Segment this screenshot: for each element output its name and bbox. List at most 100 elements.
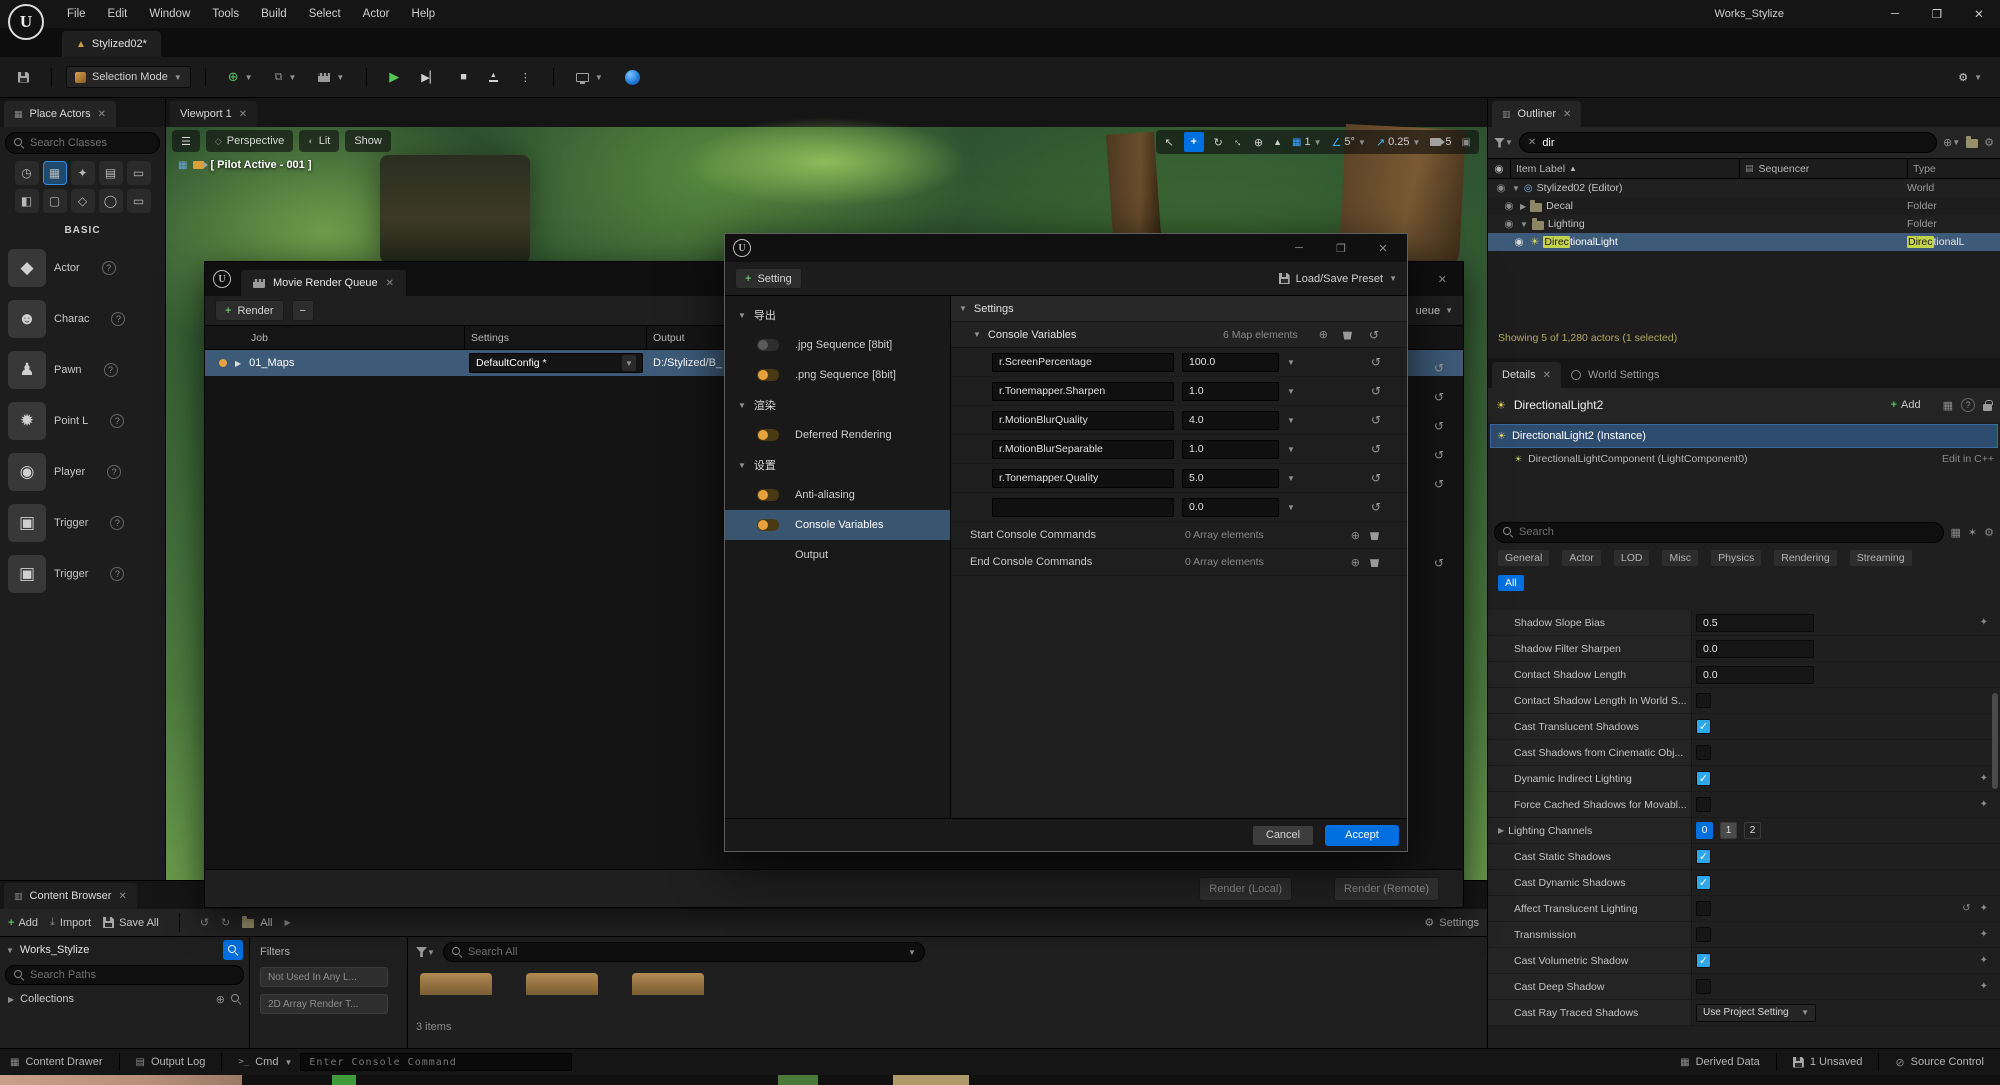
render-local-button[interactable]: Render (Local) <box>1199 877 1292 901</box>
cast-ray-traced-shadows-dropdown[interactable]: Use Project Setting▼ <box>1696 1004 1816 1022</box>
category-shapes-icon[interactable]: ▤ <box>99 161 123 185</box>
tab-content-browser[interactable]: ▥ Content Browser ✕ <box>4 883 137 909</box>
filter-misc[interactable]: Misc <box>1662 550 1698 566</box>
toggle-switch[interactable] <box>757 489 779 501</box>
menu-actor[interactable]: Actor <box>352 0 401 28</box>
maximize-viewport-icon[interactable]: ▣ <box>1462 137 1471 148</box>
search-classes-box[interactable] <box>5 132 160 154</box>
category-lights-icon[interactable]: ✦ <box>71 161 95 185</box>
search-all-input[interactable] <box>468 946 902 958</box>
tab-stylized02[interactable]: ▲ Stylized02* <box>62 31 161 57</box>
edit-in-cpp-link[interactable]: Edit in C++ <box>1942 453 1994 465</box>
outliner-row-decal[interactable]: ◉ ▶ Decal Folder <box>1488 197 2000 215</box>
add-element-icon[interactable]: ⊕ <box>1319 328 1328 341</box>
maximize-button[interactable]: ❐ <box>1916 0 1958 28</box>
add-element-icon[interactable]: ⊕ <box>1351 556 1360 569</box>
toggle-switch[interactable] <box>757 369 779 381</box>
close-icon[interactable]: ✕ <box>98 109 106 120</box>
create-folder-icon[interactable] <box>1966 137 1978 148</box>
cast-volumetric-shadow-checkbox[interactable]: ✓ <box>1696 953 1711 968</box>
lock-icon[interactable] <box>1983 400 1992 411</box>
column-job[interactable]: Job <box>205 326 465 349</box>
search-paths-input[interactable] <box>30 969 235 981</box>
camera-speed-button[interactable]: 5 <box>1430 136 1451 148</box>
trash-icon[interactable] <box>1370 557 1379 567</box>
remove-job-button[interactable]: − <box>292 300 314 321</box>
console-command-box[interactable] <box>300 1053 572 1071</box>
add-actor-icon[interactable]: ⊕▼ <box>1943 136 1960 149</box>
cvar-key-input[interactable]: r.Tonemapper.Quality <box>992 469 1174 488</box>
column-settings[interactable]: Settings <box>465 326 647 349</box>
cvar-value-input[interactable]: 4.0 <box>1182 411 1279 430</box>
cast-translucent-shadows-checkbox[interactable]: ✓ <box>1696 719 1711 734</box>
reset-icon[interactable]: ↺ <box>1371 471 1381 485</box>
filter-actor[interactable]: Actor <box>1562 550 1601 566</box>
rotate-tool-icon[interactable]: ↻ <box>1214 136 1223 149</box>
chevron-down-icon[interactable]: ▼ <box>1287 358 1295 367</box>
affect-translucent-lighting-checkbox[interactable]: ✓ <box>1696 901 1711 916</box>
details-search-input[interactable] <box>1519 526 1935 538</box>
mrq-tab[interactable]: Movie Render Queue ✕ <box>241 270 406 296</box>
search-options-icon[interactable]: ▼ <box>908 948 916 957</box>
trash-icon[interactable] <box>1343 330 1352 340</box>
dynamic-indirect-lighting-checkbox[interactable]: ✓ <box>1696 771 1711 786</box>
close-icon[interactable]: ✕ <box>239 109 247 120</box>
cvar-value-input[interactable]: 5.0 <box>1182 469 1279 488</box>
shadow-filter-sharpen-input[interactable]: 0.0 <box>1696 640 1814 658</box>
category-misc-icon[interactable]: ▭ <box>127 189 151 213</box>
expand-icon[interactable]: ▶ <box>1520 202 1526 211</box>
chevron-down-icon[interactable]: ▼ <box>1287 445 1295 454</box>
cvar-key-input[interactable]: r.MotionBlurSeparable <box>992 440 1174 459</box>
expand-icon[interactable]: ▶ <box>235 359 241 368</box>
job-config-dropdown[interactable]: DefaultConfig * ▼ <box>469 353 643 373</box>
category-all-icon[interactable]: ◯ <box>99 189 123 213</box>
sparkle-icon[interactable]: ✦ <box>1980 929 1988 940</box>
save-icon[interactable] <box>10 68 37 87</box>
column-type[interactable]: Type <box>1907 159 2000 178</box>
cvar-key-input[interactable]: r.ScreenPercentage <box>992 353 1174 372</box>
show-dropdown[interactable]: Show <box>345 130 391 152</box>
load-save-preset-button[interactable]: Load/Save Preset▼ <box>1279 273 1397 285</box>
toggle-switch[interactable] <box>757 339 779 351</box>
unreal-logo-icon[interactable]: U <box>8 4 44 40</box>
render-add-button[interactable]: +Render <box>215 300 284 321</box>
blueprints-button[interactable]: ⧉▼ <box>267 67 305 88</box>
path-search-button[interactable] <box>223 940 243 960</box>
viewport-options-button[interactable]: ☰ <box>172 130 200 152</box>
visibility-eye-icon[interactable]: ◉ <box>1512 236 1526 248</box>
tab-world-settings[interactable]: World Settings <box>1561 362 1669 388</box>
place-actor-item[interactable]: ▣Trigger? <box>0 497 165 548</box>
add-collection-icon[interactable]: ⊕ <box>216 993 225 1006</box>
reset-icon[interactable]: ↺ <box>1962 903 1970 914</box>
reset-icon[interactable]: ↺ <box>1371 442 1381 456</box>
rotation-snap-toggle[interactable]: ∠5°▼ <box>1332 136 1366 149</box>
filter-chip[interactable]: Not Used In Any L... <box>260 967 388 987</box>
filter-streaming[interactable]: Streaming <box>1850 550 1912 566</box>
chevron-down-icon[interactable]: ▼ <box>1287 503 1295 512</box>
sparkle-icon[interactable]: ✦ <box>1980 617 1988 628</box>
menu-build[interactable]: Build <box>250 0 298 28</box>
column-item-label[interactable]: Item Label▲ <box>1510 159 1739 178</box>
favorites-icon[interactable]: ✶ <box>1968 526 1977 539</box>
asset-thumbnail[interactable] <box>420 973 492 995</box>
config-chevron-icon[interactable]: ▼ <box>622 355 636 371</box>
search-classes-input[interactable] <box>30 137 151 149</box>
reset-icon[interactable]: ↺ <box>1434 419 1444 433</box>
close-icon[interactable]: ✕ <box>1563 109 1571 120</box>
grid-snap-toggle[interactable]: ▦1▼ <box>1292 136 1322 148</box>
cmd-dropdown[interactable]: >_Cmd▼ <box>238 1056 292 1068</box>
category-geometry-icon[interactable]: ▢ <box>43 189 67 213</box>
help-icon[interactable]: ? <box>1961 398 1975 412</box>
menu-file[interactable]: File <box>56 0 97 28</box>
filter-physics[interactable]: Physics <box>1711 550 1761 566</box>
load-save-queue-button[interactable]: ueue▼ <box>1416 305 1453 317</box>
history-back-icon[interactable]: ↺ <box>200 916 209 929</box>
filter-chip[interactable]: 2D Array Render T... <box>260 994 388 1014</box>
unsaved-button[interactable]: 1 Unsaved <box>1793 1056 1863 1068</box>
category-volumes-icon[interactable]: ◇ <box>71 189 95 213</box>
sparkle-icon[interactable]: ✦ <box>1980 981 1988 992</box>
tab-viewport-1[interactable]: Viewport 1 ✕ <box>170 101 257 127</box>
place-actor-item[interactable]: ◉Player? <box>0 446 165 497</box>
trash-icon[interactable] <box>1370 530 1379 540</box>
nav-png-sequence[interactable]: .png Sequence [8bit] <box>725 360 950 390</box>
